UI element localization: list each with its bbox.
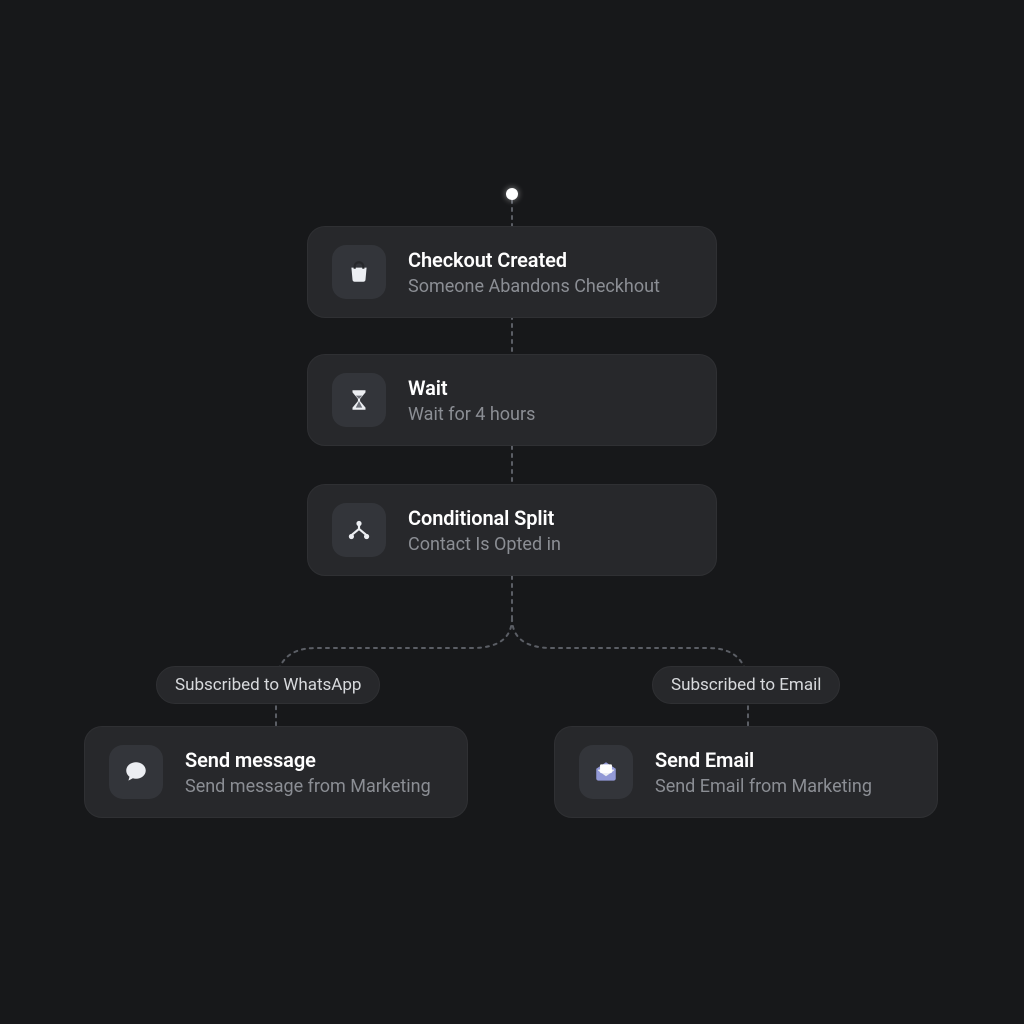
shopping-bag-icon [332, 245, 386, 299]
node-send-email[interactable]: Send Email Send Email from Marketing [554, 726, 938, 818]
hourglass-icon [332, 373, 386, 427]
node-conditional-split[interactable]: Conditional Split Contact Is Opted in [307, 484, 717, 576]
node-subtitle: Send Email from Marketing [655, 776, 872, 797]
node-send-message[interactable]: Send message Send message from Marketing [84, 726, 468, 818]
node-title: Send Email [655, 748, 872, 772]
node-title: Conditional Split [408, 506, 561, 530]
node-subtitle: Contact Is Opted in [408, 534, 561, 555]
node-subtitle: Someone Abandons Checkhout [408, 276, 660, 297]
node-subtitle: Send message from Marketing [185, 776, 431, 797]
branch-label-email: Subscribed to Email [652, 666, 840, 704]
node-title: Send message [185, 748, 431, 772]
node-title: Wait [408, 376, 535, 400]
node-title: Checkout Created [408, 248, 660, 272]
split-icon [332, 503, 386, 557]
node-subtitle: Wait for 4 hours [408, 404, 535, 425]
node-wait[interactable]: Wait Wait for 4 hours [307, 354, 717, 446]
branch-label-whatsapp: Subscribed to WhatsApp [156, 666, 380, 704]
envelope-icon [579, 745, 633, 799]
node-trigger[interactable]: Checkout Created Someone Abandons Checkh… [307, 226, 717, 318]
workflow-canvas: Checkout Created Someone Abandons Checkh… [0, 0, 1024, 1024]
chat-icon [109, 745, 163, 799]
start-dot [506, 188, 518, 200]
